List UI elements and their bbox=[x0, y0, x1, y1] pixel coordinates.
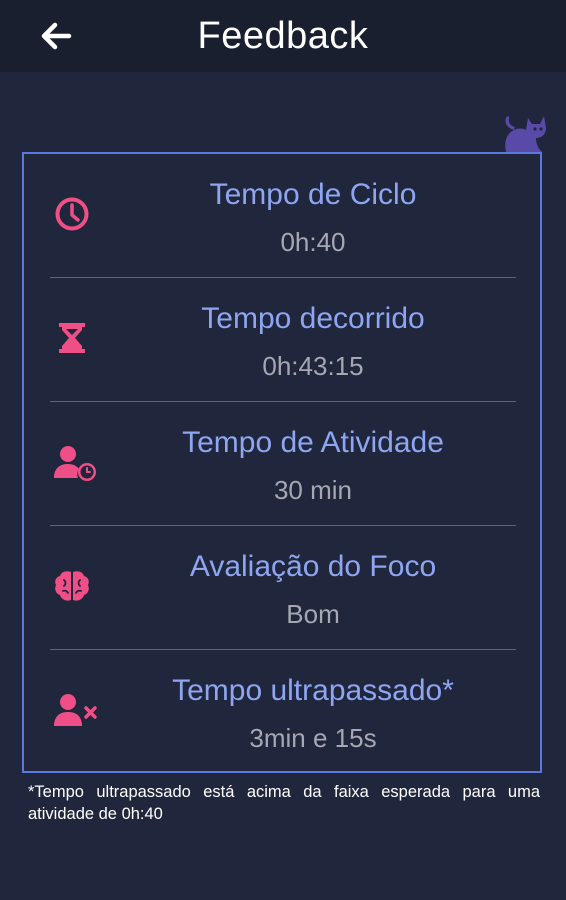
metric-value: Bom bbox=[286, 599, 340, 629]
metric-value: 0h:43:15 bbox=[262, 351, 364, 381]
footnote: *Tempo ultrapassado está acima da faixa … bbox=[28, 783, 540, 823]
cat-icon bbox=[505, 116, 546, 152]
metric-row-exceeded-time: Tempo ultrapassado* 3min e 15s bbox=[50, 650, 516, 774]
feedback-card: Tempo de Ciclo 0h:40 Tempo decorrido 0h:… bbox=[22, 152, 542, 773]
metric-label: Tempo de Ciclo bbox=[209, 178, 417, 211]
metric-value: 30 min bbox=[273, 475, 353, 505]
metric-label: Tempo ultrapassado* bbox=[172, 674, 454, 707]
hourglass-icon bbox=[59, 323, 85, 353]
metric-label: Tempo decorrido bbox=[201, 302, 425, 335]
metric-row-cycle-time: Tempo de Ciclo 0h:40 bbox=[50, 154, 516, 278]
metric-value: 3min e 15s bbox=[249, 723, 377, 753]
page-title: Feedback bbox=[197, 15, 369, 57]
clock-icon bbox=[55, 197, 89, 231]
brain-icon bbox=[55, 571, 89, 601]
metric-value: 0h:40 bbox=[280, 227, 346, 257]
metric-label: Avaliação do Foco bbox=[189, 550, 437, 583]
metric-label: Tempo de Atividade bbox=[182, 426, 444, 459]
metric-row-focus-rating: Avaliação do Foco Bom bbox=[50, 526, 516, 650]
user-clock-icon bbox=[54, 446, 96, 481]
metric-row-activity-time: Tempo de Atividade 30 min bbox=[50, 402, 516, 526]
app-bar: Feedback bbox=[0, 0, 566, 72]
metric-row-elapsed-time: Tempo decorrido 0h:43:15 bbox=[50, 278, 516, 402]
user-x-icon bbox=[54, 694, 97, 726]
